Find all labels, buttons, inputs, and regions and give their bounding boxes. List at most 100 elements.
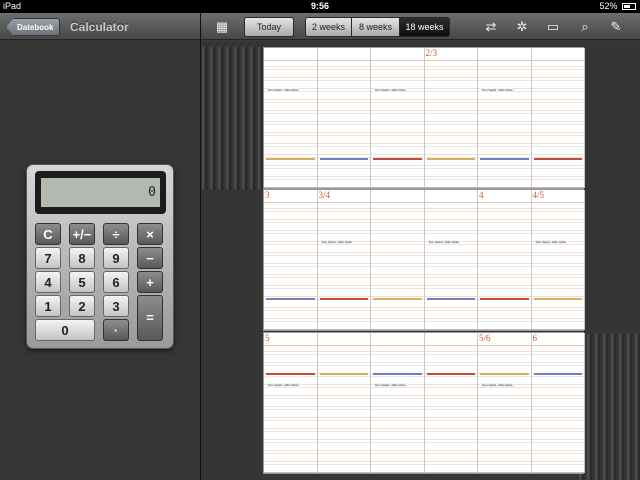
calc-key-minus[interactable]: − (137, 247, 163, 269)
calc-key-7[interactable]: 7 (35, 247, 61, 269)
day-header (371, 333, 424, 346)
event-label[interactable]: Tom Sekid - Dillo Ghite (534, 240, 568, 244)
event-label[interactable]: Tom Sekid - Dillo Ghite (374, 383, 407, 387)
day-cell[interactable]: 5 Tom Sekid - Dillo Ghite (264, 333, 318, 473)
calc-key-5[interactable]: 5 (69, 271, 95, 293)
month-block[interactable]: 5 Tom Sekid - Dillo Ghite Tom Sekid - Dill… (263, 332, 585, 474)
sync-icon[interactable]: ⇄ (482, 18, 500, 36)
calendar-view[interactable]: Tom Sekid - Dillo Ghite Tom Sekid - Dillo… (201, 41, 640, 480)
day-header: 3 (264, 190, 317, 203)
day-number: 3 (265, 190, 270, 200)
event-bar[interactable] (426, 373, 475, 375)
event-bar[interactable] (266, 373, 315, 375)
calculator-screen: 0 (35, 171, 166, 214)
day-header (317, 48, 370, 61)
event-bar[interactable] (533, 158, 582, 160)
event-bar[interactable] (426, 298, 475, 300)
eight-weeks-tab[interactable]: 8 weeks (352, 17, 400, 37)
battery-percent: 52% (599, 1, 618, 11)
day-header (371, 48, 424, 61)
event-bar[interactable] (319, 298, 368, 300)
scroll-ghost-bottom (578, 334, 640, 480)
event-bar[interactable] (426, 158, 475, 160)
day-number: 5/6 (479, 333, 491, 343)
day-cell[interactable]: Tom Sekid - Dillo Ghite (371, 333, 425, 473)
day-header: 2/3 (424, 48, 477, 61)
calc-key-8[interactable]: 8 (69, 247, 95, 269)
calc-key-plus-minus[interactable]: +/− (69, 223, 95, 245)
day-number: 4 (479, 190, 484, 200)
calculator: 0 C +/− ÷ × 7 8 9− 4 5 6 +1 2 3 = 0 · (26, 164, 174, 349)
calc-key-4[interactable]: 4 (35, 271, 61, 293)
event-label[interactable]: Tom Sekid - Dillo Ghite (427, 240, 461, 244)
day-header (424, 190, 477, 203)
event-label[interactable]: Tom Sekid - Dillo Ghite (267, 88, 300, 92)
event-bar[interactable] (373, 373, 422, 375)
today-button[interactable]: Today (244, 17, 294, 37)
battery-icon (622, 3, 636, 10)
calc-key-plus[interactable]: + (137, 271, 163, 293)
day-cell[interactable]: 3/4 Tom Sekid - Dillo Ghite (317, 190, 371, 330)
day-cell[interactable]: Tom Sekid - Dillo Ghite (478, 48, 532, 188)
day-cell[interactable]: 2/3 (424, 48, 478, 188)
calc-key-2[interactable]: 2 (69, 295, 95, 317)
day-cell[interactable]: Tom Sekid - Dillo Ghite (264, 48, 318, 188)
calc-key-9[interactable]: 9 (103, 247, 129, 269)
event-label[interactable]: Tom Sekid - Dillo Ghite (481, 383, 514, 387)
event-label[interactable]: Tom Sekid - Dillo Ghite (481, 88, 514, 92)
day-cell[interactable]: 3 (264, 190, 318, 330)
event-bar[interactable] (373, 158, 422, 160)
pencil-icon[interactable]: ✎ (607, 18, 625, 36)
status-bar: iPad 9:56 52% (0, 0, 640, 13)
panel-title: Calculator (70, 20, 129, 34)
calc-key-6[interactable]: 6 (103, 271, 129, 293)
event-bar[interactable] (373, 298, 422, 300)
card-icon[interactable]: ▭ (544, 18, 562, 36)
calc-key-3[interactable]: 3 (103, 295, 129, 317)
left-navbar: Datebook Calculator (0, 13, 200, 40)
calc-key-divide[interactable]: ÷ (103, 223, 129, 245)
calendar-icon[interactable]: ▦ (213, 18, 231, 36)
event-bar[interactable] (266, 298, 315, 300)
day-number: 6 (532, 333, 538, 343)
day-cell[interactable]: 5/6 Tom Sekid - Dillo Ghite (478, 333, 532, 473)
day-cell[interactable] (531, 48, 585, 188)
event-bar[interactable] (533, 373, 582, 375)
month-block[interactable]: Tom Sekid - Dillo Ghite Tom Sekid - Dillo… (263, 47, 585, 189)
calc-key-multiply[interactable]: × (137, 223, 163, 245)
event-bar[interactable] (480, 158, 529, 160)
event-bar[interactable] (319, 158, 368, 160)
event-label[interactable]: Tom Sekid - Dillo Ghite (320, 240, 354, 244)
event-bar[interactable] (319, 373, 368, 375)
event-bar[interactable] (480, 373, 529, 375)
datebook-back-button[interactable]: Datebook (6, 18, 61, 36)
event-label[interactable]: Tom Sekid - Dillo Ghite (374, 88, 407, 92)
calc-key-clear[interactable]: C (35, 223, 61, 245)
search-icon[interactable]: ⌕ (576, 18, 594, 36)
day-header (424, 333, 477, 346)
scroll-ghost-top (201, 47, 263, 190)
eighteen-weeks-tab[interactable]: 18 weeks (400, 17, 450, 37)
gear-icon[interactable]: ✲ (513, 18, 531, 36)
event-label[interactable]: Tom Sekid - Dillo Ghite (267, 383, 300, 387)
day-cell[interactable]: 6 (531, 333, 585, 473)
day-cell[interactable] (317, 333, 371, 473)
day-cell[interactable] (371, 190, 425, 330)
day-cell[interactable]: Tom Sekid - Dillo Ghite (424, 190, 478, 330)
calc-key-0[interactable]: 0 (35, 319, 95, 341)
event-bar[interactable] (266, 158, 315, 160)
day-header: 4 (478, 190, 531, 203)
day-cell[interactable]: 4/5 Tom Sekid - Dillo Ghite (531, 190, 585, 330)
two-weeks-tab[interactable]: 2 weeks (305, 17, 352, 37)
day-number: 5 (265, 333, 270, 343)
event-bar[interactable] (480, 298, 529, 300)
day-cell[interactable] (424, 333, 478, 473)
calc-key-equals[interactable]: = (137, 295, 163, 341)
event-bar[interactable] (533, 298, 582, 300)
day-cell[interactable] (317, 48, 371, 188)
calc-key-decimal[interactable]: · (103, 319, 129, 341)
month-block[interactable]: 3 3/4 Tom Sekid - Dillo Ghite Tom Sekid - D… (263, 189, 585, 331)
day-cell[interactable]: Tom Sekid - Dillo Ghite (371, 48, 425, 188)
calc-key-1[interactable]: 1 (35, 295, 61, 317)
day-cell[interactable]: 4 (478, 190, 532, 330)
